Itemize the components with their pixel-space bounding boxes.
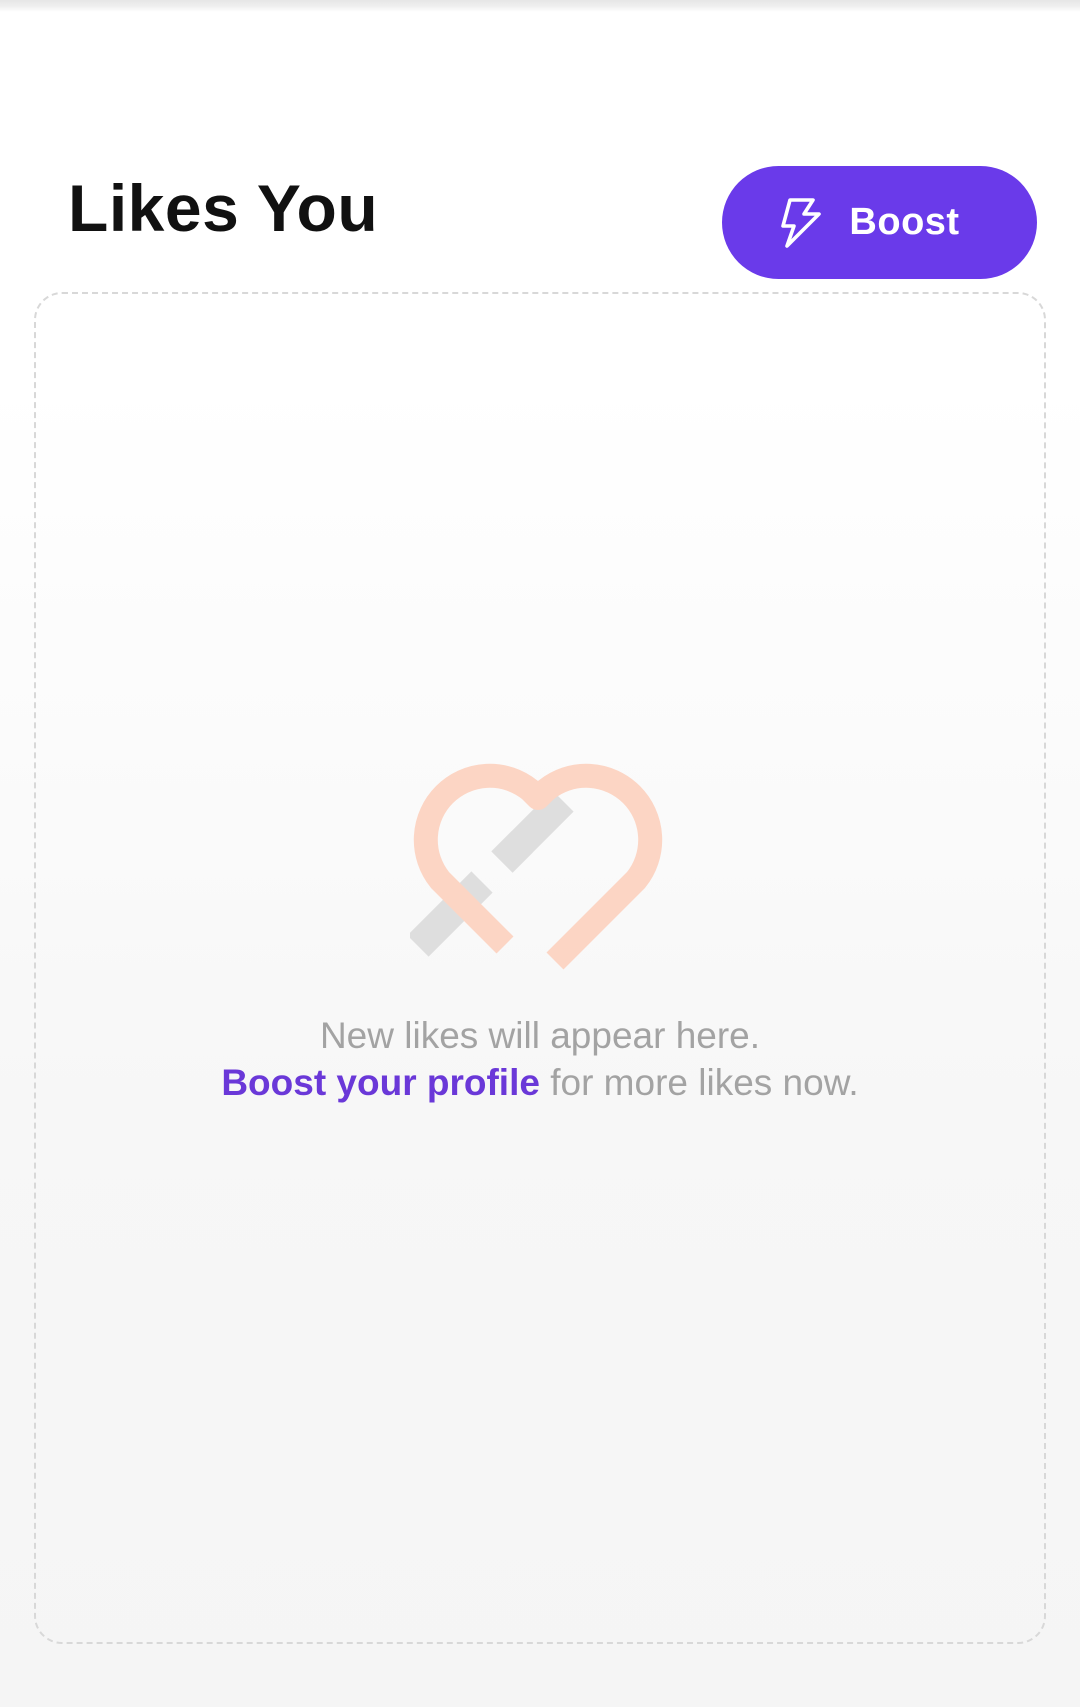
boost-profile-link[interactable]: Boost your profile — [221, 1062, 540, 1103]
boost-button[interactable]: Boost — [722, 166, 1037, 279]
empty-state-message: New likes will appear here. Boost your p… — [0, 1012, 1080, 1106]
empty-state-line-2: Boost your profile for more likes now. — [0, 1059, 1080, 1106]
page-title: Likes You — [68, 171, 379, 245]
status-bar-shadow — [0, 0, 1080, 12]
boost-button-label: Boost — [849, 201, 960, 243]
empty-state-line-2-suffix: for more likes now. — [539, 1062, 859, 1103]
empty-state-line-1: New likes will appear here. — [319, 1015, 761, 1056]
heart-icon — [407, 735, 670, 975]
lightning-bolt-icon — [779, 197, 823, 249]
